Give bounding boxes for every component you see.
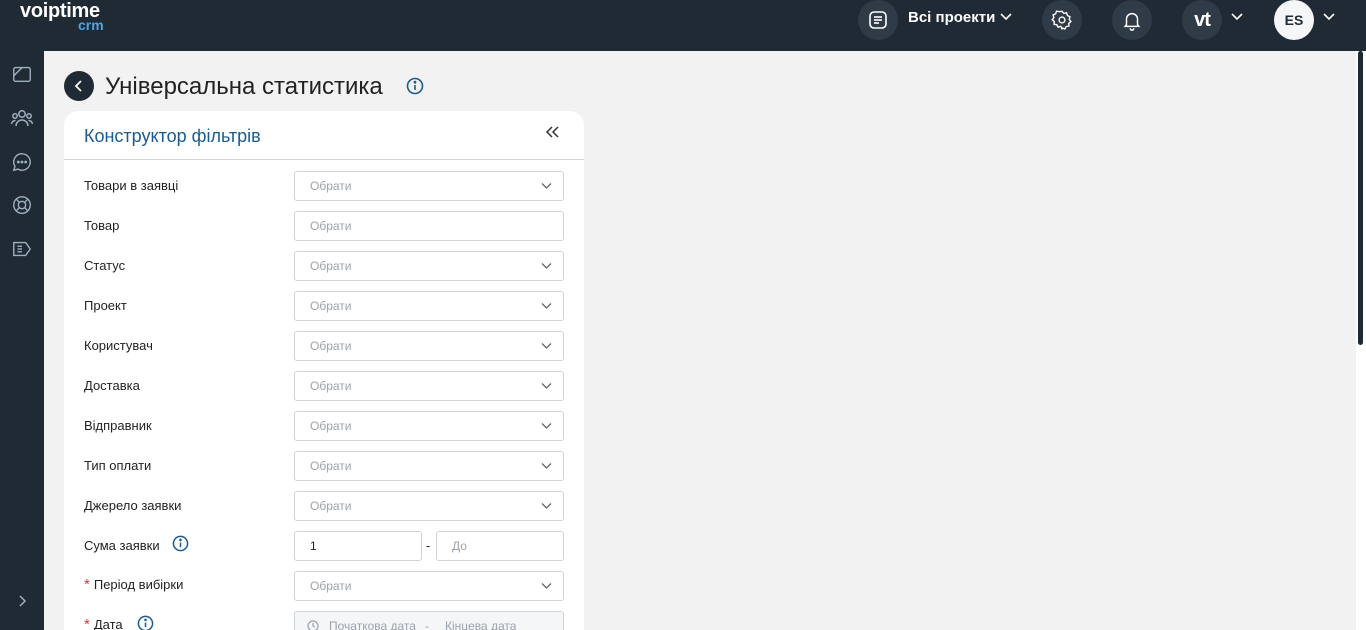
select-placeholder: Обрати [310, 179, 352, 193]
range-separator: - [426, 538, 431, 553]
filter-select-order-items[interactable]: Обрати [294, 171, 564, 201]
sidebar-expand-button[interactable] [10, 589, 34, 613]
filter-label: Статус [84, 258, 126, 273]
dashboard-icon [13, 66, 31, 83]
filter-label: Джерело заявки [84, 498, 182, 513]
collapse-panel-icon[interactable] [544, 125, 560, 139]
voiptime-logo[interactable]: voiptime crm [20, 0, 104, 33]
sidebar-item-contacts[interactable] [10, 106, 34, 130]
select-placeholder: Обрати [310, 499, 352, 513]
date-label-wrapper: * Дата [84, 616, 123, 630]
bell-icon [1123, 12, 1141, 31]
date-separator: - [425, 619, 429, 630]
chevron-down-icon [541, 423, 552, 429]
select-placeholder: Обрати [310, 259, 352, 273]
panel-divider [64, 159, 584, 160]
chevron-right-icon [19, 595, 27, 607]
chevron-down-icon [541, 303, 552, 309]
lifebuoy-icon [13, 196, 31, 214]
amount-from-input[interactable]: 1 [294, 531, 422, 561]
user-initials: ES [1284, 12, 1304, 28]
company-logo-text: vt [1194, 8, 1211, 31]
amount-label: Сума заявки [84, 538, 160, 553]
projects-icon-button[interactable] [858, 0, 898, 40]
gear-icon [1051, 10, 1072, 31]
amount-to-placeholder: До [452, 539, 467, 553]
period-label: Період вибірки [93, 577, 184, 592]
logo-subtext: crm [78, 17, 104, 33]
chevron-left-icon [74, 80, 82, 92]
period-label-wrapper: * Період вибірки [84, 576, 183, 593]
filter-label: Тип оплати [84, 458, 152, 473]
filter-label: Товари в заявці [84, 178, 179, 193]
filter-builder-panel: Конструктор фільтрів Товари в заявці Обр… [64, 111, 584, 630]
period-select[interactable]: Обрати [294, 571, 564, 601]
sidebar-item-orders[interactable] [10, 237, 34, 261]
filter-input-product[interactable]: Обрати [294, 211, 564, 241]
notifications-button[interactable] [1112, 0, 1152, 40]
sidebar-item-support[interactable] [10, 193, 34, 217]
amount-from-value: 1 [310, 539, 317, 553]
required-mark: * [84, 616, 90, 630]
panel-title: Конструктор фільтрів [84, 126, 261, 146]
orders-tag-icon [13, 241, 32, 257]
chat-icon [12, 153, 31, 172]
scrollbar-thumb[interactable] [1358, 51, 1363, 345]
input-placeholder: Обрати [310, 219, 352, 233]
top-bar: voiptime crm Всі проекти vt ES [0, 0, 1366, 51]
date-end-placeholder: Кінцева дата [445, 619, 517, 630]
projects-icon [869, 11, 887, 29]
filter-select-payment-type[interactable]: Обрати [294, 451, 564, 481]
page-title: Універсальна статистика [105, 73, 383, 100]
filter-select-order-source[interactable]: Обрати [294, 491, 564, 521]
filter-select-status[interactable]: Обрати [294, 251, 564, 281]
clock-icon [307, 620, 319, 630]
select-placeholder: Обрати [310, 419, 352, 433]
required-mark: * [84, 576, 90, 593]
filter-select-sender[interactable]: Обрати [294, 411, 564, 441]
info-icon[interactable] [406, 77, 424, 95]
filter-select-user[interactable]: Обрати [294, 331, 564, 361]
users-icon [10, 110, 34, 127]
select-placeholder: Обрати [310, 459, 352, 473]
chevron-down-icon [541, 503, 552, 509]
user-avatar[interactable]: ES [1274, 0, 1314, 40]
page-scrollbar[interactable] [1356, 51, 1366, 630]
chevron-down-icon [541, 343, 552, 349]
back-button[interactable] [64, 71, 94, 101]
select-placeholder: Обрати [310, 579, 352, 593]
company-switcher-button[interactable]: vt [1182, 0, 1222, 40]
sidebar [0, 51, 44, 630]
projects-dropdown-label[interactable]: Всі проекти [908, 9, 995, 26]
settings-button[interactable] [1042, 0, 1082, 40]
chevron-down-icon [541, 383, 552, 389]
select-placeholder: Обрати [310, 379, 352, 393]
info-icon[interactable] [137, 615, 154, 630]
date-range-picker[interactable]: Початкова дата - Кінцева дата [294, 611, 564, 630]
chevron-down-icon [541, 263, 552, 269]
select-placeholder: Обрати [310, 339, 352, 353]
amount-to-input[interactable]: До [436, 531, 564, 561]
projects-chevron-down-icon[interactable] [999, 12, 1013, 22]
user-menu-chevron-down-icon[interactable] [1322, 12, 1336, 22]
filter-label: Доставка [84, 378, 140, 393]
date-start-placeholder: Початкова дата [329, 619, 416, 630]
filter-select-project[interactable]: Обрати [294, 291, 564, 321]
select-placeholder: Обрати [310, 299, 352, 313]
sidebar-item-chats[interactable] [10, 150, 34, 174]
chevron-down-icon [541, 183, 552, 189]
filter-label: Проект [84, 298, 127, 313]
filter-label: Користувач [84, 338, 153, 353]
company-chevron-down-icon[interactable] [1230, 12, 1244, 22]
filter-label: Відправник [84, 418, 152, 433]
filter-select-delivery[interactable]: Обрати [294, 371, 564, 401]
sidebar-item-dashboard[interactable] [10, 62, 34, 86]
info-icon[interactable] [172, 535, 189, 552]
date-label: Дата [93, 617, 123, 630]
chevron-down-icon [541, 583, 552, 589]
filter-label: Товар [84, 218, 120, 233]
chevron-down-icon [541, 463, 552, 469]
